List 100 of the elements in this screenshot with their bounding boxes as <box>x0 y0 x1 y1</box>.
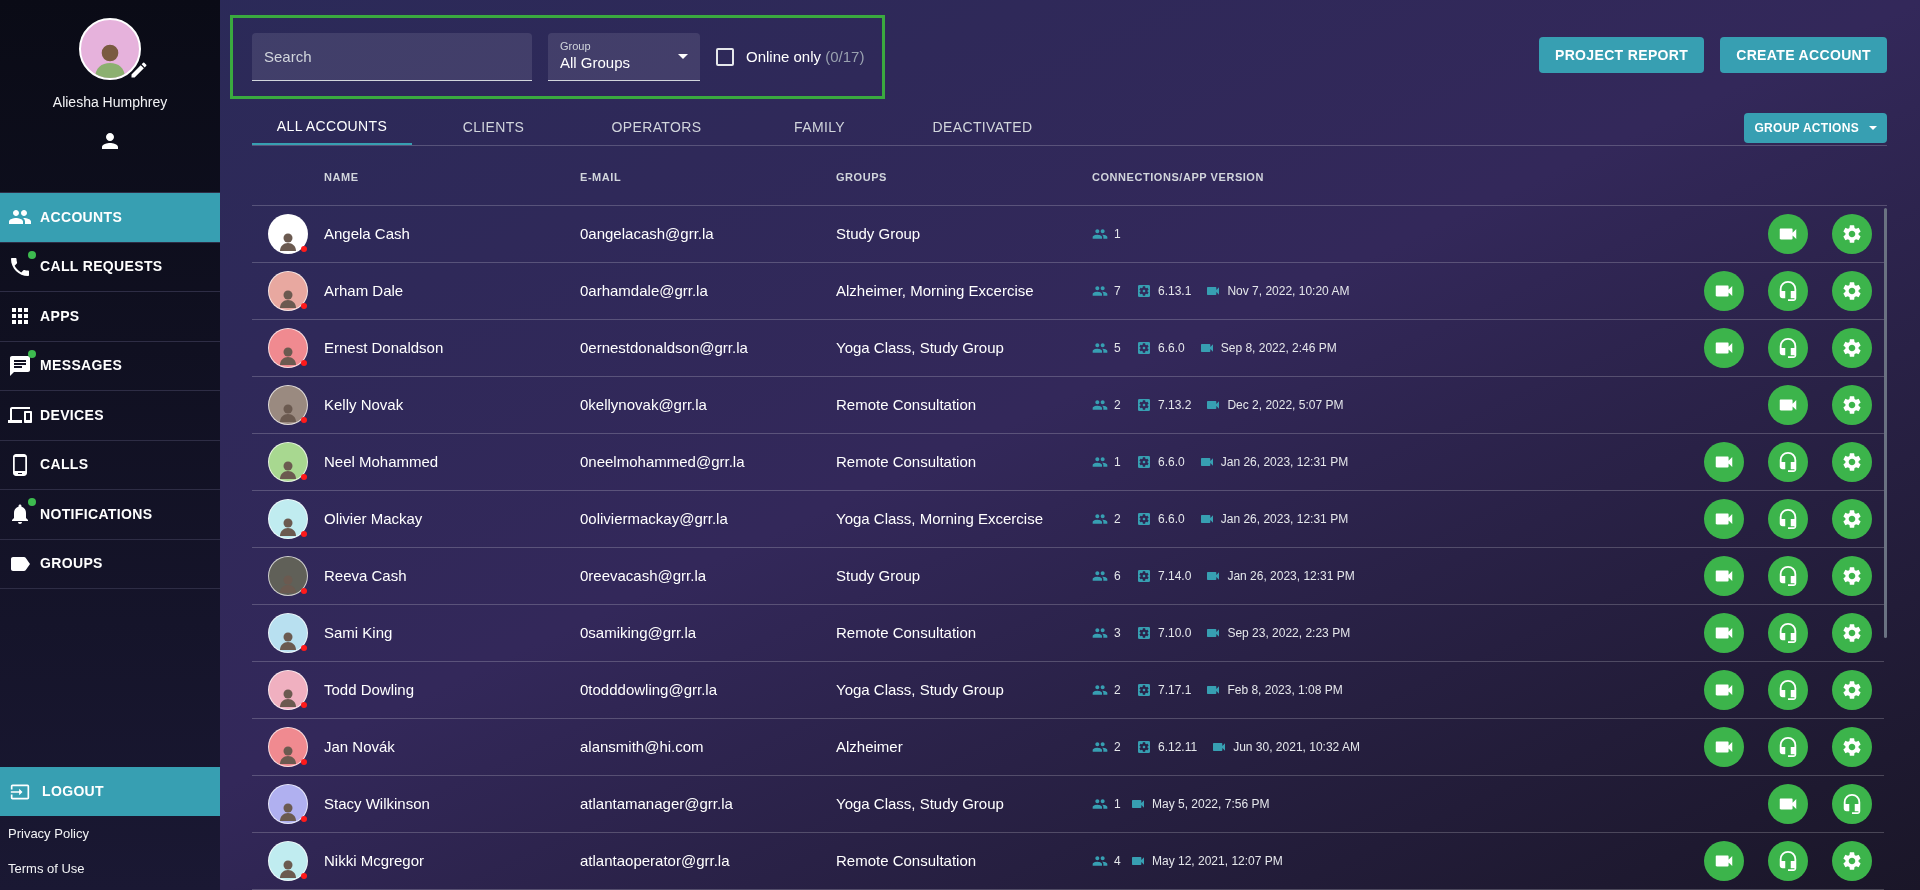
sidebar-item[interactable]: CALL REQUESTS <box>0 242 220 292</box>
account-email: 0angelacash@grr.la <box>580 223 715 244</box>
last-call-date: Nov 7, 2022, 10:20 AM <box>1227 283 1350 300</box>
app-settings-icon <box>1136 625 1152 641</box>
audio-call-button[interactable] <box>1768 841 1808 881</box>
account-groups: Yoga Class, Study Group <box>836 336 1092 360</box>
account-email: 0ernestdonaldson@grr.la <box>580 337 749 358</box>
settings-icon <box>1841 451 1863 473</box>
audio-call-button[interactable] <box>1768 499 1808 539</box>
last-call-date: May 5, 2022, 7:56 PM <box>1152 796 1270 813</box>
settings-button[interactable] <box>1832 613 1872 653</box>
settings-button[interactable] <box>1832 499 1872 539</box>
caret-icon <box>678 54 688 59</box>
settings-button[interactable] <box>1832 214 1872 254</box>
app-version: 7.17.1 <box>1158 682 1192 699</box>
settings-button[interactable] <box>1832 556 1872 596</box>
tab[interactable]: CLIENTS <box>412 111 575 145</box>
video-call-button[interactable] <box>1704 841 1744 881</box>
sidebar-item[interactable]: APPS <box>0 292 220 342</box>
tab[interactable]: OPERATORS <box>575 111 738 145</box>
video-call-button[interactable] <box>1704 613 1744 653</box>
table-row[interactable]: Jan Novák alansmith@hi.com Alzheimer 2 6.12.11 Jun 30, 2021, 10:32 AM <box>252 719 1884 776</box>
settings-icon <box>1841 394 1863 416</box>
headset-icon <box>1777 508 1799 530</box>
audio-call-button[interactable] <box>1768 556 1808 596</box>
online-only-checkbox[interactable] <box>716 48 734 66</box>
video-call-button[interactable] <box>1704 442 1744 482</box>
table-row[interactable]: Reeva Cash 0reevacash@grr.la Study Group 6 7.14.0 Jan 26, 2023, 12:31 PM <box>252 548 1884 605</box>
account-groups: Yoga Class, Study Group <box>836 678 1092 702</box>
table-row[interactable]: Kelly Novak 0kellynovak@grr.la Remote Consultation 2 7.13.2 Dec 2, 2022, 5:07 PM <box>252 377 1884 434</box>
app-version: 6.12.11 <box>1158 739 1198 756</box>
connection-count: 1 <box>1114 454 1122 471</box>
table-row[interactable]: Sami King 0samiking@grr.la Remote Consultation 3 7.10.0 Sep 23, 2022, 2:23 PM <box>252 605 1884 662</box>
footer-link[interactable]: Privacy Policy <box>0 816 220 851</box>
table-row[interactable]: Angela Cash 0angelacash@grr.la Study Group 1 <box>252 206 1884 263</box>
people-icon <box>1092 568 1108 584</box>
video-call-button[interactable] <box>1704 499 1744 539</box>
app-settings-icon <box>1136 568 1152 584</box>
video-call-button[interactable] <box>1704 556 1744 596</box>
app-settings-icon <box>1136 283 1152 299</box>
settings-button[interactable] <box>1832 271 1872 311</box>
caret-icon <box>1869 125 1877 130</box>
last-call-date: Jan 26, 2023, 12:31 PM <box>1220 454 1349 471</box>
sidebar-item[interactable]: DEVICES <box>0 391 220 441</box>
account-email: 0samiking@grr.la <box>580 622 698 643</box>
sidebar-item[interactable]: GROUPS <box>0 539 220 589</box>
tab[interactable]: ALL ACCOUNTS <box>252 111 412 145</box>
account-groups: Study Group <box>836 222 1092 246</box>
sidebar-item[interactable]: NOTIFICATIONS <box>0 490 220 540</box>
people-icon <box>1092 625 1108 641</box>
audio-call-button[interactable] <box>1768 328 1808 368</box>
last-call-date: May 12, 2021, 12:07 PM <box>1152 853 1283 870</box>
audio-call-button[interactable] <box>1768 442 1808 482</box>
table-row[interactable]: Nikki Mcgregor atlantaoperator@grr.la Remote Consultation 4 May 12, 2021, 12:07 PM <box>252 833 1884 890</box>
app-settings-icon <box>1136 511 1152 527</box>
video-call-button[interactable] <box>1704 670 1744 710</box>
footer-link[interactable]: Terms of Use <box>0 851 220 886</box>
table-row[interactable]: Ernest Donaldson 0ernestdonaldson@grr.la Yoga Class, Study Group 5 6.6.0 Sep 8, 2022, 2:46 PM <box>252 320 1884 377</box>
settings-button[interactable] <box>1832 670 1872 710</box>
table-row[interactable]: Todd Dowling 0todddowling@grr.la Yoga Class, Study Group 2 7.17.1 Feb 8, 2023, 1:08 PM <box>252 662 1884 719</box>
video-call-button[interactable] <box>1768 214 1808 254</box>
account-email: alansmith@hi.com <box>580 736 705 757</box>
audio-call-button[interactable] <box>1768 271 1808 311</box>
tab[interactable]: FAMILY <box>738 111 901 145</box>
connection-count: 4 <box>1114 853 1122 870</box>
headset-icon <box>1777 679 1799 701</box>
sidebar-item[interactable]: CALLS <box>0 440 220 490</box>
scrollbar[interactable] <box>1884 208 1887 638</box>
table-row[interactable]: Neel Mohammed 0neelmohammed@grr.la Remote Consultation 1 6.6.0 Jan 26, 2023, 12:31 PM <box>252 434 1884 491</box>
video-call-button[interactable] <box>1704 271 1744 311</box>
settings-button[interactable] <box>1832 841 1872 881</box>
group-dropdown[interactable]: Group All Groups <box>548 33 700 81</box>
audio-call-button[interactable] <box>1768 727 1808 767</box>
audio-call-button[interactable] <box>1832 784 1872 824</box>
headset-icon <box>1777 622 1799 644</box>
table-row[interactable]: Arham Dale 0arhamdale@grr.la Alzheimer, Morning Excercise 7 6.13.1 Nov 7, 2022, 10:20 AM <box>252 263 1884 320</box>
people-icon <box>1092 340 1108 356</box>
account-groups: Remote Consultation <box>836 450 1092 474</box>
settings-button[interactable] <box>1832 328 1872 368</box>
video-call-button[interactable] <box>1768 385 1808 425</box>
edit-icon[interactable] <box>129 60 149 80</box>
account-name: Neel Mohammed <box>324 451 440 472</box>
tab[interactable]: DEACTIVATED <box>901 111 1064 145</box>
table-row[interactable]: Stacy Wilkinson atlantamanager@grr.la Yoga Class, Study Group 1 May 5, 2022, 7:56 PM <box>252 776 1884 833</box>
video-call-button[interactable] <box>1704 727 1744 767</box>
app-version: 7.13.2 <box>1158 397 1192 414</box>
settings-button[interactable] <box>1832 385 1872 425</box>
audio-call-button[interactable] <box>1768 670 1808 710</box>
people-icon <box>1092 397 1108 413</box>
sidebar-item[interactable]: MESSAGES <box>0 341 220 391</box>
video-call-button[interactable] <box>1768 784 1808 824</box>
settings-button[interactable] <box>1832 442 1872 482</box>
audio-call-button[interactable] <box>1768 613 1808 653</box>
people-icon <box>1092 283 1108 299</box>
table-row[interactable]: Olivier Mackay 0oliviermackay@grr.la Yoga Class, Morning Excercise 2 6.6.0 Jan 26, 2023, 12:31 PM <box>252 491 1884 548</box>
settings-button[interactable] <box>1832 727 1872 767</box>
account-groups: Yoga Class, Study Group <box>836 792 1092 816</box>
app-version: 7.10.0 <box>1158 625 1192 642</box>
connection-count: 1 <box>1114 226 1122 243</box>
video-call-button[interactable] <box>1704 328 1744 368</box>
